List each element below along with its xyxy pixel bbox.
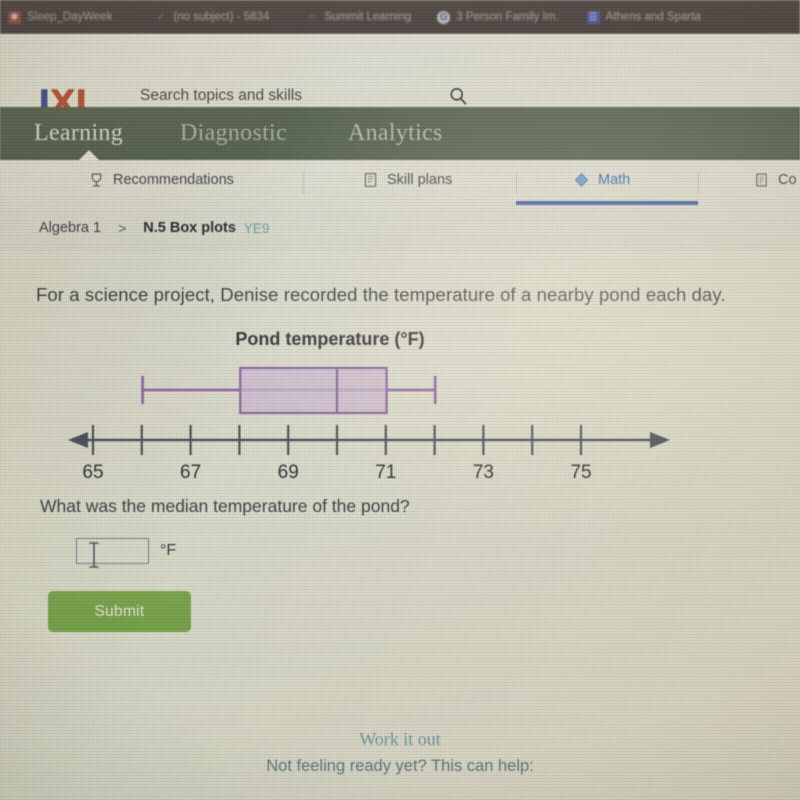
sub-nav-label: Math bbox=[598, 172, 631, 188]
nav-divider bbox=[698, 172, 699, 194]
nav-item-learning[interactable]: Learning bbox=[34, 120, 123, 147]
bookmark-label: Summit Learning bbox=[324, 11, 412, 23]
work-it-out-link[interactable]: Work it out bbox=[0, 729, 800, 750]
breadcrumb: Algebra 1 > N.5 Box plots YE9 bbox=[0, 205, 800, 251]
sun-burst-icon: ✳ bbox=[307, 11, 317, 23]
tick-label: 67 bbox=[180, 462, 201, 481]
help-text: Not feeling ready yet? This can help: bbox=[266, 757, 534, 775]
sub-nav-item-math[interactable]: Math bbox=[573, 171, 630, 189]
sub-nav: Recommendations Skill plans Math Co bbox=[0, 160, 800, 205]
nav-divider bbox=[516, 172, 517, 194]
sub-nav-label: Skill plans bbox=[387, 172, 453, 188]
axis-right-arrow-icon bbox=[650, 432, 670, 448]
bookmark-label: Sleep_DayWeek bbox=[27, 11, 113, 23]
chart-title: Pond temperature (°F) bbox=[235, 329, 425, 349]
ixl-header: IXL bbox=[0, 34, 800, 120]
browser-bookmarks-bar: ✺ Sleep_DayWeek ✓ (no subject) - 5834 ✳ … bbox=[0, 0, 800, 34]
sub-nav-label: Co bbox=[778, 172, 797, 188]
search-icon[interactable] bbox=[448, 86, 468, 106]
red-dot-icon: ✺ bbox=[8, 10, 21, 24]
diamond-icon bbox=[574, 172, 589, 188]
active-tab-underline bbox=[516, 201, 698, 205]
tick-label: 65 bbox=[82, 462, 103, 481]
bookmark-item[interactable]: G 3 Person Family Im. bbox=[437, 10, 559, 24]
breadcrumb-skill-code: YE9 bbox=[243, 220, 270, 236]
chevron-right-icon: > bbox=[118, 220, 127, 236]
answer-input[interactable] bbox=[76, 538, 149, 564]
axis-left-arrow-icon bbox=[68, 432, 88, 448]
book-list-icon bbox=[364, 173, 377, 187]
tick-label: 75 bbox=[570, 462, 591, 481]
text-cursor-icon bbox=[89, 542, 99, 568]
sub-nav-item-recommendations[interactable]: Recommendations bbox=[88, 171, 234, 189]
search-input[interactable] bbox=[138, 86, 418, 106]
unit-label: °F bbox=[160, 542, 177, 559]
bookmark-label: 3 Person Family Im. bbox=[456, 11, 559, 23]
nav-divider bbox=[303, 172, 304, 194]
problem-prompt: For a science project, Denise recorded t… bbox=[36, 284, 726, 305]
bookmark-item[interactable]: ✺ Sleep_DayWeek bbox=[8, 10, 113, 24]
bookmark-label: Athens and Sparta bbox=[605, 11, 701, 23]
tick-label: 69 bbox=[278, 462, 299, 481]
bookmark-item[interactable]: ☰ Athens and Sparta bbox=[586, 10, 701, 24]
sub-nav-item-co[interactable]: Co bbox=[753, 171, 797, 189]
trophy-icon bbox=[91, 173, 102, 187]
question-panel: For a science project, Denise recorded t… bbox=[0, 251, 800, 800]
nav-item-analytics[interactable]: Analytics bbox=[348, 120, 443, 147]
breadcrumb-subject[interactable]: Algebra 1 bbox=[39, 220, 101, 236]
submit-button[interactable]: Submit bbox=[48, 591, 191, 632]
screen-photo: ✺ Sleep_DayWeek ✓ (no subject) - 5834 ✳ … bbox=[0, 0, 800, 800]
sub-nav-label: Recommendations bbox=[113, 172, 234, 188]
problem-question: What was the median temperature of the p… bbox=[40, 496, 410, 516]
clipboard-icon bbox=[756, 173, 767, 187]
axis-tick-labels: 65 67 69 71 73 75 bbox=[82, 462, 591, 481]
bookmark-item[interactable]: ✓ (no subject) - 5834 bbox=[154, 11, 270, 24]
breadcrumb-skill: N.5 Box plots bbox=[143, 220, 236, 236]
main-nav: Learning Diagnostic Analytics bbox=[0, 107, 800, 161]
checkmark-icon: ✓ bbox=[156, 11, 166, 23]
bookmark-item[interactable]: ✳ Summit Learning bbox=[305, 11, 412, 24]
sub-nav-item-skill-plans[interactable]: Skill plans bbox=[362, 171, 452, 189]
box-plot-chart: 65 67 69 71 73 75 bbox=[68, 366, 670, 481]
google-g-icon: G bbox=[437, 10, 451, 24]
box-iqr bbox=[239, 366, 388, 415]
document-icon: ☰ bbox=[586, 10, 600, 24]
tick-label: 73 bbox=[473, 462, 494, 481]
bookmark-label: (no subject) - 5834 bbox=[173, 11, 270, 23]
nav-item-diagnostic[interactable]: Diagnostic bbox=[180, 120, 287, 147]
tick-label: 71 bbox=[375, 462, 396, 481]
